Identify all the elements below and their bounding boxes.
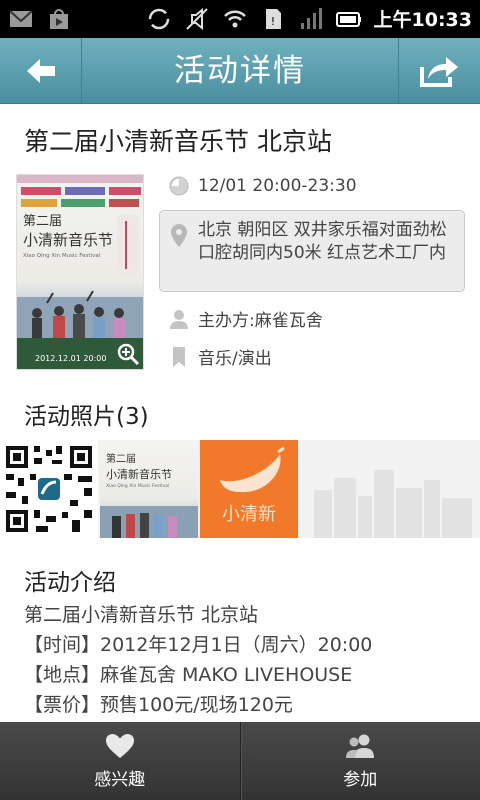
battery-icon	[335, 11, 361, 27]
intro-line-title: 第二届小清新音乐节 北京站	[24, 604, 259, 626]
address-box[interactable]: 北京 朝阳区 双井家乐福对面劲松口腔胡同内50米 红点艺术工厂内	[159, 210, 465, 292]
thumb-title-line: 第二届	[106, 452, 136, 465]
mail-icon	[9, 10, 33, 27]
zoom-in-icon[interactable]	[116, 342, 140, 366]
event-category: 音乐/演出	[198, 349, 272, 369]
bottom-action-bar: 感兴趣 参加	[0, 722, 480, 800]
organizer-row: 主办方:麻雀瓦舍	[168, 306, 323, 331]
intro-section-title: 活动介绍	[24, 570, 116, 596]
event-address: 北京 朝阳区 双井家乐福对面劲松口腔胡同内50米 红点艺术工厂内	[198, 220, 447, 263]
wifi-icon	[223, 10, 246, 27]
event-time-row: 12/01 20:00-23:30	[168, 175, 357, 197]
sync-icon	[148, 8, 169, 29]
mute-icon	[185, 7, 208, 30]
event-organizer: 主办方:麻雀瓦舍	[198, 311, 323, 331]
status-bar: ! 上午10:33	[0, 0, 480, 38]
bookmark-icon	[173, 346, 185, 367]
intro-line-time: 【时间】2012年12月1日（周六）20:00	[24, 634, 373, 656]
share-button[interactable]	[398, 38, 480, 104]
intro-line-venue: 【地点】麻雀瓦舍 MAKO LIVEHOUSE	[24, 664, 353, 686]
intro-line-price: 【票价】预售100元/现场120元	[24, 694, 293, 716]
event-poster[interactable]: 第二届 小清新音乐节 Xiao Qing Xin Music Festival …	[16, 174, 144, 370]
photo-city-placeholder[interactable]	[300, 440, 480, 538]
poster-thumbnail-image: 第二届 小清新音乐节 Xiao Qing Xin Music Festival	[100, 452, 198, 538]
sim-icon: !	[265, 8, 281, 29]
photo-qr-code[interactable]	[0, 440, 98, 538]
interested-button[interactable]: 感兴趣	[0, 722, 240, 800]
thumb-brand: 小清新音乐节	[106, 467, 172, 481]
interested-label: 感兴趣	[94, 769, 146, 790]
qr-code-image	[6, 446, 92, 532]
signal-icon	[300, 7, 322, 29]
people-icon	[346, 734, 375, 758]
back-arrow-icon	[26, 59, 55, 83]
svg-text:!: !	[270, 15, 274, 28]
status-time: 上午10:33	[373, 9, 472, 31]
poster-english: Xiao Qing Xin Music Festival	[23, 253, 101, 259]
title-bar: 活动详情	[0, 38, 480, 104]
photo-poster[interactable]: 第二届 小清新音乐节 Xiao Qing Xin Music Festival	[100, 440, 198, 538]
person-icon	[170, 309, 188, 329]
thumb-english: Xiao Qing Xin Music Festival	[106, 483, 169, 489]
photo-strip[interactable]: 第二届 小清新音乐节 Xiao Qing Xin Music Festival …	[0, 440, 480, 538]
back-button[interactable]	[0, 38, 82, 104]
event-time: 12/01 20:00-23:30	[198, 176, 357, 196]
city-skyline-image	[314, 470, 472, 538]
poster-brand: 小清新音乐节	[23, 231, 113, 249]
orange-logo-image: 小清新	[220, 446, 285, 525]
share-icon	[419, 57, 458, 87]
category-row: 音乐/演出	[168, 344, 272, 369]
location-pin-icon	[171, 224, 187, 247]
join-label: 参加	[343, 769, 378, 790]
event-title: 第二届小清新音乐节 北京站	[24, 127, 332, 156]
poster-image: 第二届 小清新音乐节 Xiao Qing Xin Music Festival …	[17, 175, 143, 369]
orange-label: 小清新	[222, 504, 276, 525]
heart-icon	[105, 733, 134, 758]
photo-orange-logo[interactable]: 小清新	[200, 440, 298, 538]
poster-date: 2012.12.01 20:00	[35, 354, 106, 363]
photos-section-title: 活动照片(3)	[24, 404, 149, 430]
clock-icon	[169, 176, 189, 196]
play-store-icon	[50, 9, 68, 29]
page-title: 活动详情	[174, 53, 306, 89]
poster-title-line: 第二届	[23, 214, 62, 229]
join-button[interactable]: 参加	[239, 722, 480, 800]
